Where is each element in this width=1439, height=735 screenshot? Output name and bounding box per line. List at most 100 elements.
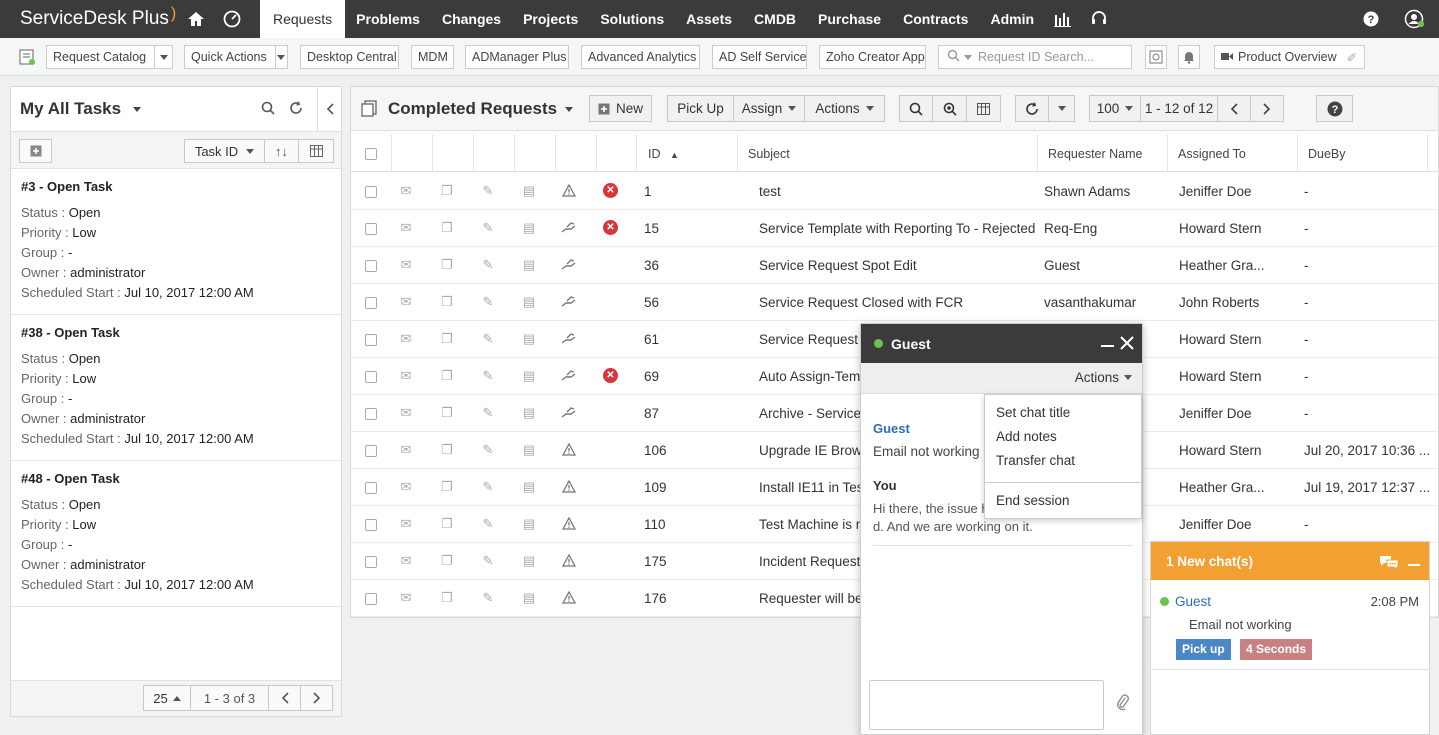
add-note-icon[interactable]: ❐ [439,221,455,235]
row-checkbox[interactable] [365,482,377,494]
print-preview-icon[interactable]: ▤ [521,184,537,198]
cell-subject[interactable]: test [759,173,1039,210]
cell-id[interactable]: 1 [644,173,734,210]
request-catalog-dropdown[interactable]: Request Catalog [46,45,173,69]
cell-subject[interactable]: Service Request Closed with FCR [759,284,1039,321]
edit-icon[interactable]: ✎ [480,369,496,383]
cell-id[interactable]: 36 [644,247,734,284]
admanager-plus-button[interactable]: ADManager Plus [465,45,569,69]
desktop-central-button[interactable]: Desktop Central [300,45,399,69]
page-size-dropdown[interactable]: 25 [143,685,191,711]
edit-icon[interactable]: ✎ [480,406,496,420]
edit-icon[interactable]: ✎ [480,184,496,198]
cell-id[interactable]: 106 [644,432,734,469]
task-card[interactable]: #48 - Open Task Status : Open Priority : L… [11,461,341,607]
product-overview-button[interactable]: Product Overview ✐ [1214,45,1365,69]
row-checkbox[interactable] [365,260,377,272]
home-icon[interactable] [178,0,214,38]
print-preview-icon[interactable]: ▤ [521,369,537,383]
table-row[interactable]: ✉ ❐ ✎ ▤ ✕ 15 Service Template with Reporting T… [351,210,1438,247]
quick-actions-dropdown[interactable]: Quick Actions [184,45,288,69]
nav-tab-requests[interactable]: Requests [260,0,346,38]
column-id[interactable]: ID ▲ [637,134,738,172]
reply-email-icon[interactable]: ✉ [398,184,414,198]
table-row[interactable]: ✉ ❐ ✎ ▤ ✕ 1 test Shawn Adams Jeniffer Doe - [351,173,1438,210]
row-checkbox[interactable] [365,186,377,198]
print-preview-icon[interactable]: ▤ [521,221,537,235]
cell-id[interactable]: 87 [644,395,734,432]
cell-id[interactable]: 110 [644,506,734,543]
actions-dropdown[interactable]: Actions [804,95,885,122]
menu-item-add-notes[interactable]: Add notes [985,425,1141,449]
nav-tab-changes[interactable]: Changes [431,0,512,38]
row-checkbox[interactable] [365,519,377,531]
pick-up-chat-button[interactable]: Pick up [1176,639,1231,660]
add-note-icon[interactable]: ❐ [439,591,455,605]
nav-tab-purchase[interactable]: Purchase [807,0,892,38]
print-preview-icon[interactable]: ▤ [521,554,537,568]
reply-email-icon[interactable]: ✉ [398,517,414,531]
reply-email-icon[interactable]: ✉ [398,591,414,605]
column-subject[interactable]: Subject [738,134,1038,172]
add-note-icon[interactable]: ❐ [439,443,455,457]
search-icon[interactable] [899,95,933,122]
edit-icon[interactable]: ✎ [480,221,496,235]
nav-tab-cmdb[interactable]: CMDB [743,0,807,38]
chevron-down-icon[interactable] [565,107,573,112]
ad-self-service-button[interactable]: AD Self Service [712,45,807,69]
print-preview-icon[interactable]: ▤ [521,258,537,272]
edit-icon[interactable]: ✎ [480,295,496,309]
task-card[interactable]: #38 - Open Task Status : Open Priority : L… [11,315,341,461]
cell-subject[interactable]: Service Template with Reporting To - Rej… [759,210,1039,247]
next-page-button[interactable] [1250,95,1284,122]
cell-id[interactable]: 175 [644,543,734,580]
minimize-icon[interactable] [1408,564,1420,566]
edit-icon[interactable]: ✎ [480,332,496,346]
add-note-icon[interactable]: ❐ [439,554,455,568]
refresh-icon[interactable] [1015,95,1049,122]
edit-icon[interactable]: ✎ [480,591,496,605]
reply-email-icon[interactable]: ✉ [398,480,414,494]
pin-icon[interactable]: ✐ [1347,50,1357,65]
refresh-options-dropdown[interactable] [1048,95,1075,122]
search-icon[interactable] [261,101,275,118]
reply-email-icon[interactable]: ✉ [398,554,414,568]
select-all-checkbox[interactable] [365,148,377,160]
request-id-search-input[interactable]: Request ID Search... [938,45,1132,69]
new-request-button[interactable]: New [589,95,652,122]
reply-email-icon[interactable]: ✉ [398,369,414,383]
menu-item-end-session[interactable]: End session [985,489,1141,513]
row-checkbox[interactable] [365,593,377,605]
print-preview-icon[interactable]: ▤ [521,406,537,420]
reply-email-icon[interactable]: ✉ [398,406,414,420]
refresh-icon[interactable] [289,101,303,118]
print-preview-icon[interactable]: ▤ [521,591,537,605]
nav-tab-admin[interactable]: Admin [979,0,1045,38]
table-row[interactable]: ✉ ❐ ✎ ▤ 56 Service Request Closed with FCR vas… [351,284,1438,321]
task-card[interactable]: #3 - Open Task Status : Open Priority : Lo… [11,169,341,315]
column-chooser-icon[interactable] [298,139,334,163]
print-preview-icon[interactable]: ▤ [521,295,537,309]
edit-icon[interactable]: ✎ [480,443,496,457]
cell-id[interactable]: 176 [644,580,734,617]
attachment-icon[interactable] [1116,694,1130,715]
notification-bell-icon[interactable] [1178,45,1200,69]
cell-id[interactable]: 15 [644,210,734,247]
column-chooser-icon[interactable] [966,95,1001,122]
view-title[interactable]: Completed Requests [388,99,557,119]
advanced-search-icon[interactable] [932,95,967,122]
new-request-icon[interactable] [16,45,38,69]
chat-message-input[interactable] [869,680,1104,730]
cell-id[interactable]: 109 [644,469,734,506]
column-dueby[interactable]: DueBy [1298,134,1428,172]
menu-item-transfer-chat[interactable]: Transfer chat [985,449,1141,473]
previous-page-button[interactable] [1217,95,1251,122]
row-checkbox[interactable] [365,223,377,235]
add-note-icon[interactable]: ❐ [439,406,455,420]
task-title[interactable]: #48 - Open Task [21,471,331,486]
nav-tab-problems[interactable]: Problems [345,0,431,38]
sort-order-icon[interactable]: ↑↓ [264,139,299,163]
reply-email-icon[interactable]: ✉ [398,221,414,235]
my-tasks-title[interactable]: My All Tasks [20,99,121,119]
page-size-dropdown[interactable]: 100 [1089,95,1141,122]
